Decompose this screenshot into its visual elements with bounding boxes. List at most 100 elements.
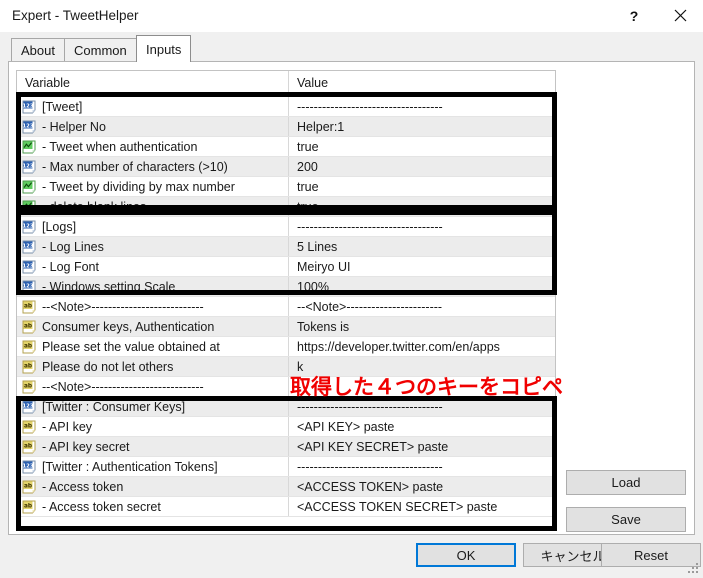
- string-type-icon: ab: [22, 380, 36, 394]
- table-row[interactable]: ab Consumer keys, Authentication Tokens is: [17, 317, 555, 337]
- cell-value[interactable]: Meiryo UI: [289, 257, 555, 276]
- variable-label: - Tweet when authentication: [42, 139, 198, 154]
- cell-value[interactable]: https://developer.twitter.com/en/apps: [289, 337, 555, 356]
- variable-label: --<Note>---------------------------: [42, 299, 204, 314]
- svg-text:123: 123: [22, 223, 33, 229]
- title-bar: Expert - TweetHelper ?: [0, 0, 703, 33]
- save-button[interactable]: Save: [566, 507, 686, 532]
- resize-grip[interactable]: [688, 563, 700, 575]
- cell-variable[interactable]: ab Consumer keys, Authentication: [17, 317, 289, 336]
- cell-value[interactable]: 100%: [289, 277, 555, 296]
- tab-about-label: About: [21, 43, 55, 58]
- table-row[interactable]: 123 [Twitter : Authentication Tokens] ----…: [17, 457, 555, 477]
- cell-variable[interactable]: 123 - Log Font: [17, 257, 289, 276]
- number-type-icon: 123: [22, 460, 36, 474]
- reset-button[interactable]: Reset: [601, 543, 701, 567]
- column-header-value[interactable]: Value: [289, 71, 555, 96]
- question-mark-icon: ?: [629, 7, 639, 24]
- cell-variable[interactable]: 123 - Windows setting Scale: [17, 277, 289, 296]
- table-row[interactable]: ab Please set the value obtained at https:…: [17, 337, 555, 357]
- table-row[interactable]: ab - Access token secret <ACCESS TOKEN SEC…: [17, 497, 555, 517]
- number-type-icon: 123: [22, 260, 36, 274]
- cell-variable[interactable]: ab --<Note>---------------------------: [17, 297, 289, 316]
- variable-label: [Twitter : Authentication Tokens]: [42, 459, 218, 474]
- cell-value[interactable]: -----------------------------------: [289, 457, 555, 476]
- cell-variable[interactable]: ab - API key secret: [17, 437, 289, 456]
- variable-label: - Tweet by dividing by max number: [42, 179, 235, 194]
- svg-text:123: 123: [22, 283, 33, 289]
- cell-value[interactable]: <ACCESS TOKEN SECRET> paste: [289, 497, 555, 516]
- cell-value[interactable]: -----------------------------------: [289, 217, 555, 236]
- variable-label: --<Note>---------------------------: [42, 379, 204, 394]
- cell-variable[interactable]: ab - API key: [17, 417, 289, 436]
- string-type-icon: ab: [22, 420, 36, 434]
- table-row[interactable]: 123 - Log Lines 5 Lines: [17, 237, 555, 257]
- table-row[interactable]: 123 - Windows setting Scale 100%: [17, 277, 555, 297]
- bool-type-icon: [22, 200, 36, 214]
- table-row[interactable]: 123 - Helper No Helper:1: [17, 117, 555, 137]
- table-row[interactable]: - delete blank lines true: [17, 197, 555, 217]
- variable-label: - Max number of characters (>10): [42, 159, 228, 174]
- table-row[interactable]: ab --<Note>--------------------------- --<…: [17, 297, 555, 317]
- cell-variable[interactable]: 123 [Twitter : Consumer Keys]: [17, 397, 289, 416]
- ok-button[interactable]: OK: [416, 543, 516, 567]
- table-row[interactable]: ab - API key secret <API KEY SECRET> paste: [17, 437, 555, 457]
- cell-value[interactable]: true: [289, 197, 555, 216]
- number-type-icon: 123: [22, 160, 36, 174]
- tab-common[interactable]: Common: [64, 38, 137, 62]
- cell-value[interactable]: <API KEY> paste: [289, 417, 555, 436]
- column-header-variable[interactable]: Variable: [17, 71, 289, 96]
- variable-label: - Log Lines: [42, 239, 104, 254]
- help-button[interactable]: ?: [611, 0, 657, 31]
- cell-variable[interactable]: 123 [Logs]: [17, 217, 289, 236]
- table-row[interactable]: 123 - Max number of characters (>10) 200: [17, 157, 555, 177]
- cell-value[interactable]: true: [289, 137, 555, 156]
- table-row[interactable]: - Tweet when authentication true: [17, 137, 555, 157]
- cell-variable[interactable]: ab --<Note>---------------------------: [17, 377, 289, 396]
- cell-variable[interactable]: 123 [Twitter : Authentication Tokens]: [17, 457, 289, 476]
- cell-variable[interactable]: - delete blank lines: [17, 197, 289, 216]
- cell-variable[interactable]: ab - Access token secret: [17, 497, 289, 516]
- tab-inputs[interactable]: Inputs: [136, 35, 192, 62]
- svg-text:ab: ab: [24, 343, 32, 349]
- variable-label: - API key: [42, 419, 93, 434]
- cell-value[interactable]: Tokens is: [289, 317, 555, 336]
- cell-variable[interactable]: - Tweet by dividing by max number: [17, 177, 289, 196]
- table-row[interactable]: 123 - Log Font Meiryo UI: [17, 257, 555, 277]
- cell-value[interactable]: <API KEY SECRET> paste: [289, 437, 555, 456]
- table-row[interactable]: 123 [Logs] -------------------------------…: [17, 217, 555, 237]
- string-type-icon: ab: [22, 340, 36, 354]
- cell-variable[interactable]: ab Please set the value obtained at: [17, 337, 289, 356]
- table-row[interactable]: 123 [Tweet] ------------------------------…: [17, 97, 555, 117]
- cell-value[interactable]: -----------------------------------: [289, 97, 555, 116]
- cell-value[interactable]: 200: [289, 157, 555, 176]
- bool-type-icon: [22, 180, 36, 194]
- cell-variable[interactable]: ab - Access token: [17, 477, 289, 496]
- cell-value[interactable]: Helper:1: [289, 117, 555, 136]
- cell-variable[interactable]: 123 - Helper No: [17, 117, 289, 136]
- svg-text:123: 123: [22, 463, 33, 469]
- cell-variable[interactable]: ab Please do not let others: [17, 357, 289, 376]
- close-button[interactable]: [657, 0, 703, 31]
- cell-value[interactable]: <ACCESS TOKEN> paste: [289, 477, 555, 496]
- variable-label: - Access token: [42, 479, 124, 494]
- cell-variable[interactable]: 123 - Max number of characters (>10): [17, 157, 289, 176]
- cell-variable[interactable]: 123 - Log Lines: [17, 237, 289, 256]
- cell-value[interactable]: --<Note>-----------------------: [289, 297, 555, 316]
- string-type-icon: ab: [22, 480, 36, 494]
- cell-variable[interactable]: - Tweet when authentication: [17, 137, 289, 156]
- svg-text:123: 123: [22, 243, 33, 249]
- cell-value[interactable]: 5 Lines: [289, 237, 555, 256]
- annotation-text: 取得した４つのキーをコピペ: [290, 375, 563, 399]
- variable-label: [Tweet]: [42, 99, 83, 114]
- inputs-grid[interactable]: Variable Value 123 [Tweet] ---------------…: [16, 70, 556, 531]
- cell-variable[interactable]: 123 [Tweet]: [17, 97, 289, 116]
- svg-text:ab: ab: [24, 303, 32, 309]
- load-button[interactable]: Load: [566, 470, 686, 495]
- table-row[interactable]: - Tweet by dividing by max number true: [17, 177, 555, 197]
- cell-value[interactable]: true: [289, 177, 555, 196]
- close-icon: [674, 9, 687, 22]
- table-row[interactable]: ab - Access token <ACCESS TOKEN> paste: [17, 477, 555, 497]
- tab-about[interactable]: About: [11, 38, 65, 62]
- table-row[interactable]: ab - API key <API KEY> paste: [17, 417, 555, 437]
